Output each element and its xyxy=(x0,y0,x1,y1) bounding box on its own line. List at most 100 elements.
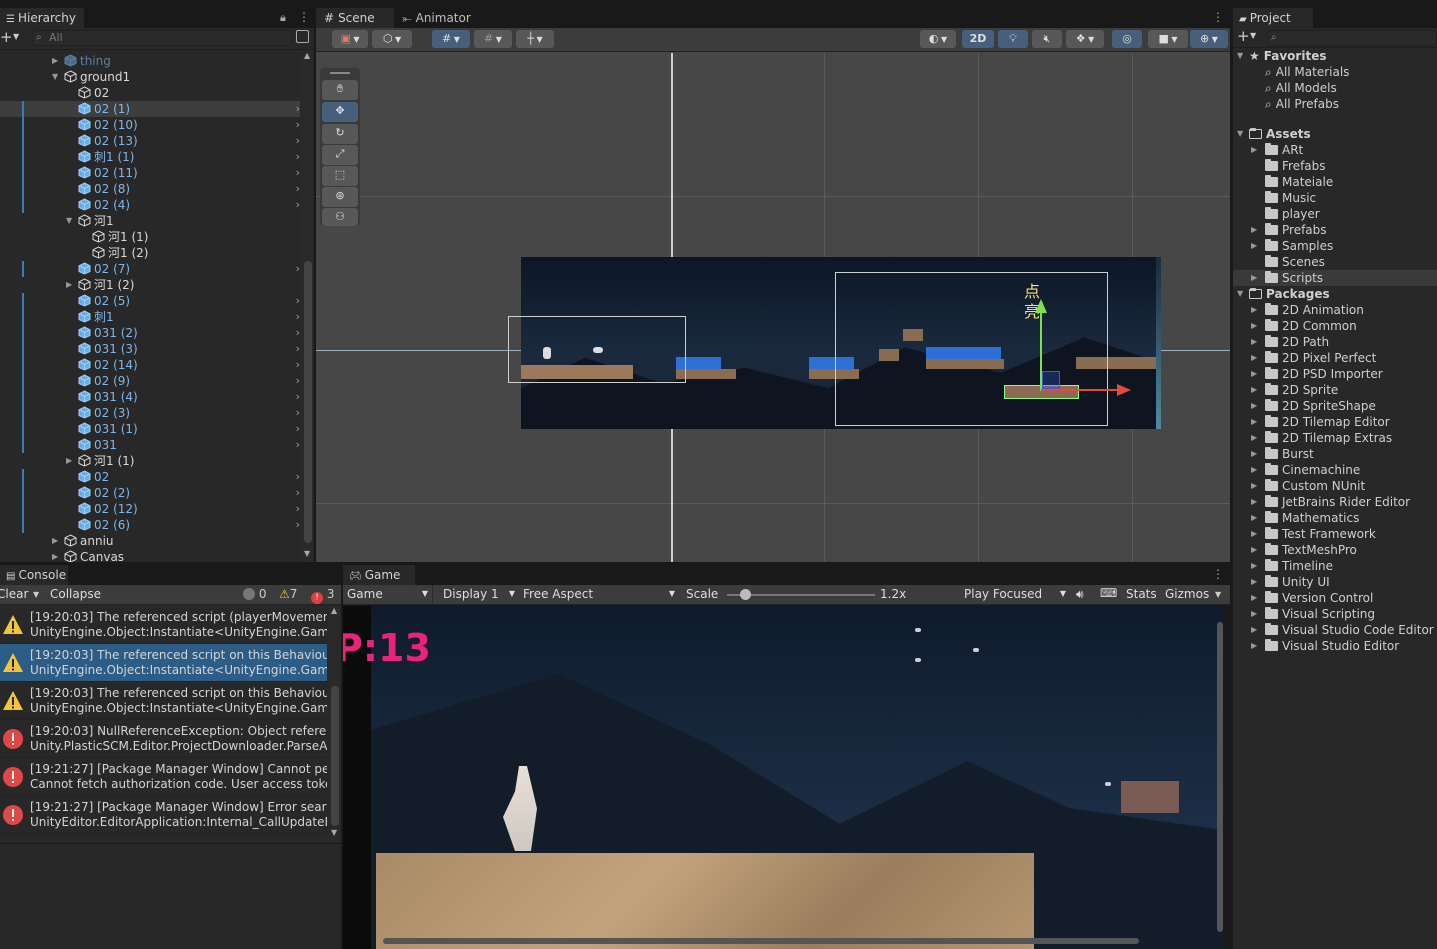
hierarchy-search-input[interactable]: ⌕ All xyxy=(32,30,292,46)
audio-button[interactable]: 🔇︎ xyxy=(1032,30,1062,48)
foldout-closed-icon[interactable]: ▶ xyxy=(66,277,72,293)
2d-toggle-button[interactable]: 2D xyxy=(962,30,994,48)
project-search-input[interactable]: ⌕ xyxy=(1267,30,1437,46)
kebab-menu-icon[interactable]: ⋮ xyxy=(298,10,310,24)
game-viewport[interactable]: P:13 xyxy=(343,606,1223,949)
add-icon[interactable]: + xyxy=(1237,27,1250,45)
palette-grip[interactable] xyxy=(330,72,350,74)
console-entry[interactable]: [19:20:03] The referenced script on this… xyxy=(0,644,327,682)
foldout-closed-icon[interactable]: ▶ xyxy=(1251,382,1257,398)
hierarchy-row[interactable]: 02 (14) › xyxy=(0,357,300,373)
foldout-closed-icon[interactable]: ▶ xyxy=(1251,398,1257,414)
hierarchy-row[interactable]: ▼ 河1 xyxy=(0,213,300,229)
tab-project[interactable]: ▰ Project xyxy=(1233,8,1313,28)
dropdown-arrow-icon[interactable]: ▼ xyxy=(1215,590,1221,599)
hierarchy-row[interactable]: 02 (1) › xyxy=(0,101,300,117)
favorite-item[interactable]: ⌕ All Materials xyxy=(1233,64,1437,80)
hierarchy-row[interactable]: 刺1 (1) › xyxy=(0,149,300,165)
console-detail-area[interactable] xyxy=(0,843,341,949)
foldout-closed-icon[interactable]: ▶ xyxy=(1251,366,1257,382)
hierarchy-row[interactable]: 刺1 › xyxy=(0,309,300,325)
chevron-right-icon[interactable]: › xyxy=(296,309,300,325)
chevron-right-icon[interactable]: › xyxy=(296,293,300,309)
package-folder[interactable]: ▶ 2D Common xyxy=(1233,318,1437,334)
package-folder[interactable]: ▶ 2D Tilemap Editor xyxy=(1233,414,1437,430)
chevron-right-icon[interactable]: › xyxy=(296,197,300,213)
foldout-closed-icon[interactable]: ▶ xyxy=(1251,334,1257,350)
hierarchy-row[interactable]: 02 (6) › xyxy=(0,517,300,533)
hierarchy-row[interactable]: 河1 (1) xyxy=(0,229,300,245)
package-folder[interactable]: ▶ 2D SpriteShape xyxy=(1233,398,1437,414)
hierarchy-row[interactable]: 02 (3) › xyxy=(0,405,300,421)
package-folder[interactable]: ▶ Cinemachine xyxy=(1233,462,1437,478)
hand-tool-button[interactable]: ✋︎ xyxy=(322,80,358,100)
grid-snap-button[interactable]: # ▼ xyxy=(432,30,470,48)
chevron-right-icon[interactable]: › xyxy=(296,181,300,197)
chevron-right-icon[interactable]: › xyxy=(296,325,300,341)
package-folder[interactable]: ▶ Custom NUnit xyxy=(1233,478,1437,494)
foldout-closed-icon[interactable]: ▶ xyxy=(1251,222,1257,238)
hierarchy-row[interactable]: 031 (4) › xyxy=(0,389,300,405)
package-folder[interactable]: ▶ 2D Sprite xyxy=(1233,382,1437,398)
hierarchy-row[interactable]: 02 (7) › xyxy=(0,261,300,277)
foldout-open-icon[interactable]: ▼ xyxy=(1237,126,1243,142)
package-folder[interactable]: ▶ 2D Pixel Perfect xyxy=(1233,350,1437,366)
chevron-right-icon[interactable]: › xyxy=(296,149,300,165)
hierarchy-row[interactable]: 02 (9) › xyxy=(0,373,300,389)
hierarchy-row[interactable]: ▶ 河1 (1) xyxy=(0,453,300,469)
hierarchy-row[interactable]: 02 (13) › xyxy=(0,133,300,149)
chevron-right-icon[interactable]: › xyxy=(296,437,300,453)
foldout-closed-icon[interactable]: ▶ xyxy=(1251,622,1257,638)
hierarchy-row[interactable]: ▶ Canvas xyxy=(0,549,300,562)
chevron-right-icon[interactable]: › xyxy=(296,373,300,389)
package-folder[interactable]: ▶ Timeline xyxy=(1233,558,1437,574)
log-count-badge[interactable]: 0 xyxy=(243,587,266,601)
collapse-button[interactable]: Collapse xyxy=(50,587,101,601)
gizmos-button[interactable]: Gizmos xyxy=(1165,587,1209,601)
package-folder[interactable]: ▶ Mathematics xyxy=(1233,510,1437,526)
foldout-open-icon[interactable]: ▼ xyxy=(1237,286,1243,302)
chevron-right-icon[interactable]: › xyxy=(296,101,300,117)
package-folder[interactable]: ▶ 2D Path xyxy=(1233,334,1437,350)
scroll-down-icon[interactable]: ▼ xyxy=(304,549,310,558)
foldout-closed-icon[interactable]: ▶ xyxy=(1251,142,1257,158)
scale-slider-track[interactable] xyxy=(727,589,875,600)
package-folder[interactable]: ▶ Burst xyxy=(1233,446,1437,462)
hierarchy-row[interactable]: 02 (8) › xyxy=(0,181,300,197)
foldout-open-icon[interactable]: ▼ xyxy=(52,69,58,85)
console-entry[interactable]: [19:21:27] [Package Manager Window] Erro… xyxy=(0,796,327,834)
hierarchy-row[interactable]: 02 xyxy=(0,85,300,101)
console-entry[interactable]: [19:20:03] NullReferenceException: Objec… xyxy=(0,720,327,758)
foldout-closed-icon[interactable]: ▶ xyxy=(1251,526,1257,542)
chevron-right-icon[interactable]: › xyxy=(296,485,300,501)
transform-tool-button[interactable]: ⊛ xyxy=(322,187,358,207)
lock-icon[interactable]: 🔒︎ xyxy=(280,11,286,25)
view-select[interactable]: Game ▼ xyxy=(343,585,433,604)
kebab-menu-icon[interactable]: ⋮ xyxy=(1212,567,1224,581)
foldout-closed-icon[interactable]: ▶ xyxy=(1251,414,1257,430)
asset-folder[interactable]: ▶ Prefabs xyxy=(1233,222,1437,238)
console-entry[interactable]: [19:20:03] The referenced script (player… xyxy=(0,606,327,644)
hierarchy-row[interactable]: 02 (10) › xyxy=(0,117,300,133)
packages-section[interactable]: ▼ Packages xyxy=(1233,286,1437,302)
foldout-closed-icon[interactable]: ▶ xyxy=(52,549,58,562)
foldout-closed-icon[interactable]: ▶ xyxy=(1251,542,1257,558)
move-gizmo-center[interactable] xyxy=(1042,371,1060,389)
package-folder[interactable]: ▶ 2D Animation xyxy=(1233,302,1437,318)
game-scroll-horizontal[interactable] xyxy=(383,938,1139,944)
render-mode-button[interactable]: ⬡ ▼ xyxy=(372,30,412,48)
tab-console[interactable]: ▤ Console xyxy=(0,565,68,585)
hierarchy-row[interactable]: 031 › xyxy=(0,437,300,453)
asset-folder[interactable]: Mateiale xyxy=(1233,174,1437,190)
lighting-button[interactable]: 💡︎ xyxy=(998,30,1028,48)
foldout-closed-icon[interactable]: ▶ xyxy=(1251,446,1257,462)
increment-snap-button[interactable]: ┼ ▼ xyxy=(516,30,554,48)
scroll-down-icon[interactable]: ▼ xyxy=(331,828,337,837)
package-folder[interactable]: ▶ Visual Scripting xyxy=(1233,606,1437,622)
hierarchy-row[interactable]: 02 (5) › xyxy=(0,293,300,309)
asset-folder[interactable]: Scenes xyxy=(1233,254,1437,270)
draw-mode-button[interactable]: ▣ ▼ xyxy=(332,30,368,48)
move-gizmo-y-arrow[interactable] xyxy=(1035,299,1047,313)
package-folder[interactable]: ▶ Visual Studio Code Editor xyxy=(1233,622,1437,638)
scene-visibility-icon[interactable] xyxy=(296,30,309,43)
